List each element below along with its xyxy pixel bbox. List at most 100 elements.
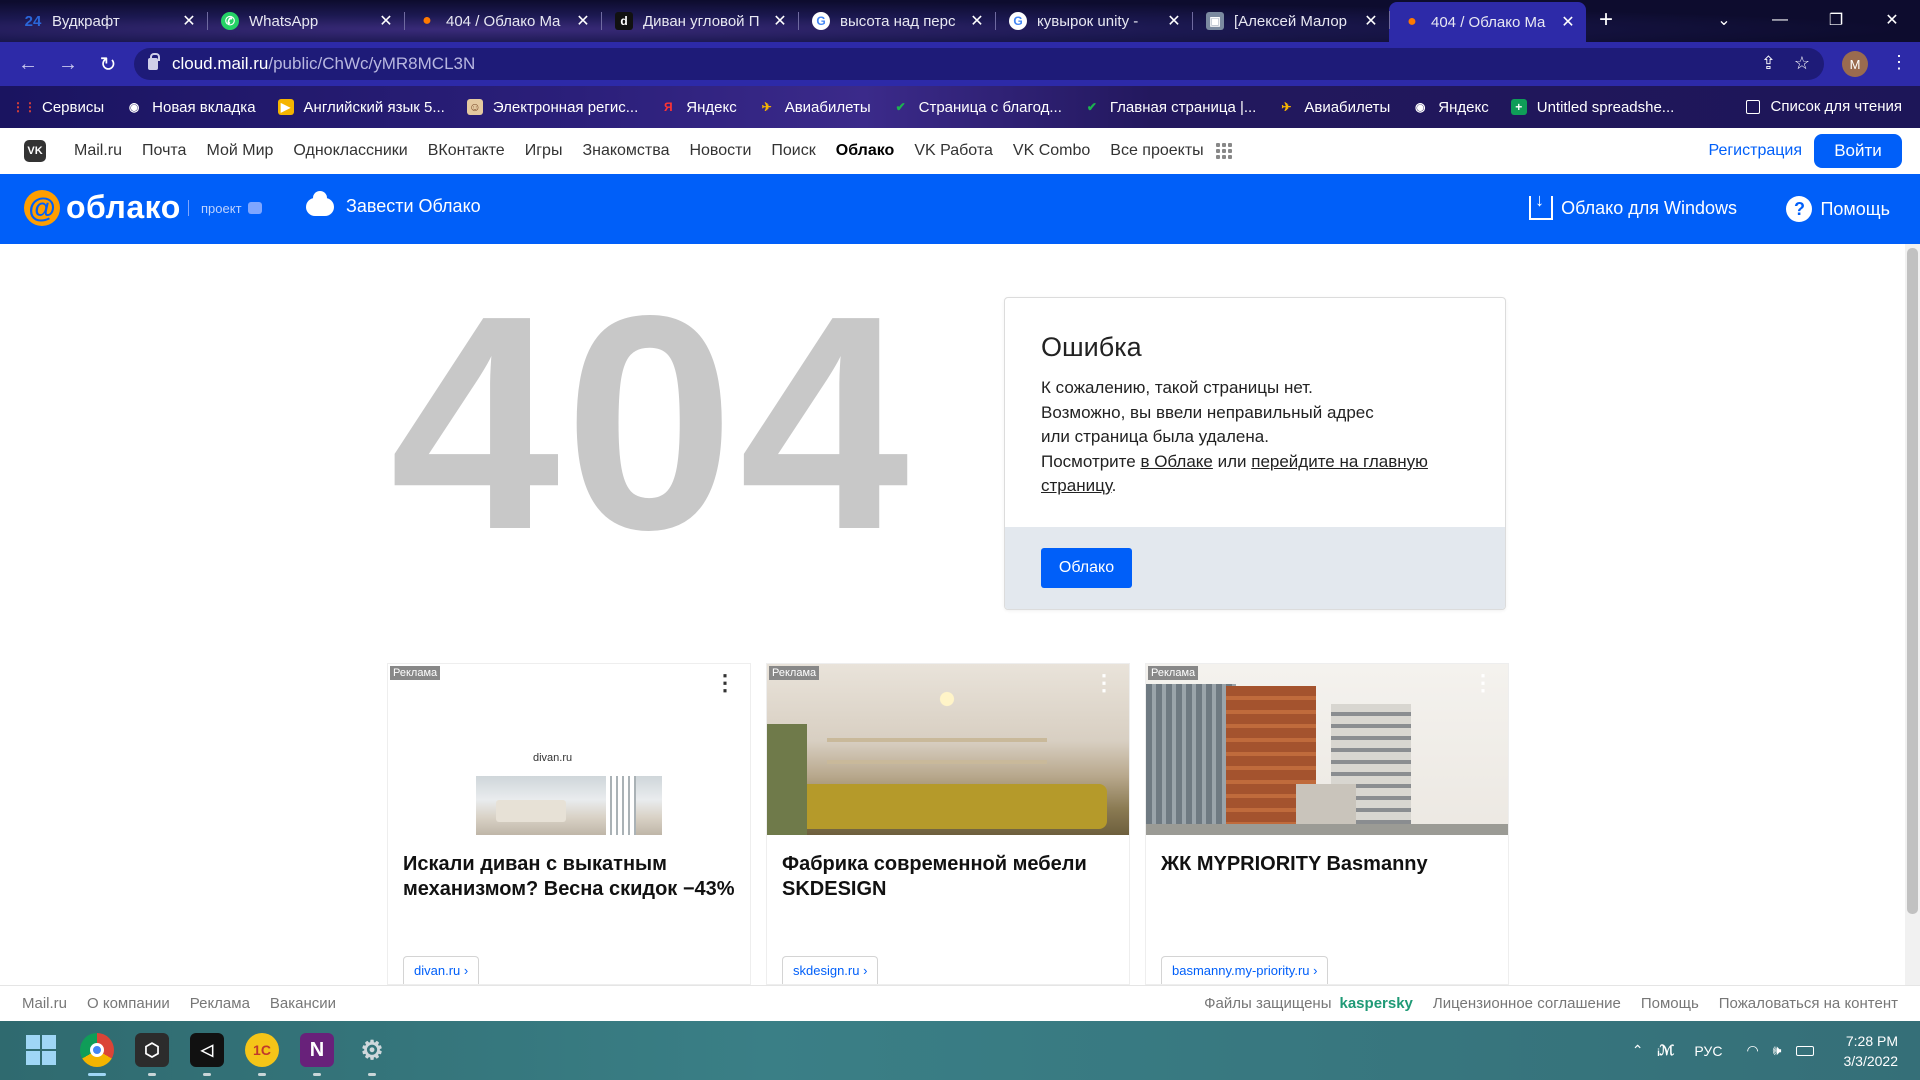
- ad-image[interactable]: [1146, 664, 1508, 835]
- reading-list[interactable]: Список для чтения: [1746, 98, 1902, 115]
- nav-link[interactable]: Новости: [689, 142, 751, 160]
- browser-tab[interactable]: G высота над перс ✕: [798, 3, 995, 39]
- browser-tab[interactable]: ▣ [Алексей Малор ✕: [1192, 3, 1389, 39]
- 1c-icon[interactable]: 1С: [245, 1033, 279, 1067]
- ad-card[interactable]: Реклама ⋮ ЖК MYPRIORITY Basmanny basmann…: [1145, 663, 1509, 985]
- ad-image[interactable]: [767, 664, 1129, 835]
- back-icon[interactable]: ←: [8, 53, 48, 76]
- kaspersky-logo[interactable]: kaspersky: [1340, 995, 1413, 1012]
- nav-link[interactable]: Поиск: [771, 142, 815, 160]
- browser-tab[interactable]: ● 404 / Облако Ma ✕: [404, 3, 601, 39]
- register-link[interactable]: Регистрация: [1708, 142, 1802, 160]
- url-input[interactable]: cloud.mail.ru/public/ChWc/yMR8MCL3N ⇪ ☆: [134, 48, 1824, 80]
- restore-button[interactable]: ❐: [1808, 0, 1864, 40]
- nav-link[interactable]: Все проекты: [1110, 142, 1203, 160]
- cloud-logo[interactable]: @ облако: [24, 189, 181, 226]
- nav-link[interactable]: Игры: [525, 142, 563, 160]
- close-icon[interactable]: ✕: [1166, 11, 1182, 31]
- reload-icon[interactable]: ↻: [88, 52, 128, 77]
- settings-gear-icon[interactable]: ⚙: [355, 1033, 389, 1067]
- close-icon[interactable]: ✕: [575, 11, 591, 31]
- cloud-mail-icon: ●: [422, 12, 432, 29]
- unity-editor-icon[interactable]: ◁: [190, 1033, 224, 1067]
- nav-link[interactable]: Мой Мир: [206, 142, 273, 160]
- footer-link[interactable]: Mail.ru: [22, 995, 67, 1012]
- ad-card[interactable]: Реклама ⋮ Фабрика современной мебели SKD…: [766, 663, 1130, 985]
- nav-link[interactable]: Знакомства: [582, 142, 669, 160]
- close-icon[interactable]: ✕: [1363, 11, 1379, 31]
- get-cloud-link[interactable]: Завести Облако: [306, 190, 481, 217]
- minimize-button[interactable]: —: [1752, 0, 1808, 40]
- help-link[interactable]: ? Помощь: [1786, 196, 1890, 222]
- nav-link-active[interactable]: Облако: [836, 142, 895, 160]
- bookmark-item[interactable]: ☺ Электронная регис...: [466, 99, 638, 116]
- close-icon[interactable]: ✕: [969, 11, 985, 31]
- profile-avatar[interactable]: M: [1842, 51, 1868, 77]
- ad-domain-link[interactable]: basmanny.my-priority.ru ›: [1161, 956, 1329, 984]
- close-icon[interactable]: ✕: [181, 11, 197, 31]
- browser-tab[interactable]: ✆ WhatsApp ✕: [207, 3, 404, 39]
- bookmark-item[interactable]: ✈ Авиабилеты: [759, 99, 871, 116]
- close-icon[interactable]: ✕: [378, 11, 394, 31]
- battery-icon[interactable]: [1795, 1045, 1814, 1056]
- ad-image[interactable]: divan.ru: [388, 664, 750, 835]
- bookmark-item[interactable]: ▶ Английский язык 5...: [277, 99, 445, 116]
- ad-domain-link[interactable]: divan.ru ›: [403, 956, 480, 984]
- close-icon[interactable]: ✕: [1560, 12, 1576, 32]
- nav-link[interactable]: Одноклассники: [293, 142, 407, 160]
- scrollbar-thumb[interactable]: [1907, 248, 1918, 914]
- vk-logo-icon[interactable]: VK: [24, 140, 46, 162]
- nav-link[interactable]: VK Combo: [1013, 142, 1090, 160]
- more-vert-icon[interactable]: ⋮: [714, 672, 736, 694]
- ad-card[interactable]: divan.ru Реклама ⋮ Искали диван с выкатн…: [387, 663, 751, 985]
- share-icon[interactable]: ⇪: [1761, 53, 1776, 74]
- bookmark-item[interactable]: + Untitled spreadshe...: [1510, 99, 1674, 116]
- volume-icon[interactable]: 🕪: [1773, 1042, 1782, 1059]
- bookmark-item[interactable]: ◉ Яндекс: [1412, 99, 1489, 116]
- bookmark-item[interactable]: ◉ Новая вкладка: [126, 99, 256, 116]
- chevron-up-icon[interactable]: ⌃: [1632, 1042, 1644, 1059]
- bookmark-item[interactable]: ⋮⋮ Сервисы: [12, 99, 104, 116]
- cloud-button[interactable]: Облако: [1041, 548, 1132, 588]
- forward-icon[interactable]: →: [48, 53, 88, 76]
- windows-start-icon[interactable]: [24, 1033, 58, 1067]
- footer-link[interactable]: О компании: [87, 995, 170, 1012]
- bookmark-item[interactable]: ✔ Главная страница |...: [1084, 99, 1257, 116]
- all-projects-grid-icon[interactable]: [1215, 143, 1232, 159]
- login-button[interactable]: Войти: [1814, 134, 1902, 168]
- chrome-icon[interactable]: [80, 1033, 114, 1067]
- more-vert-icon[interactable]: ⋮: [1093, 672, 1115, 694]
- ime-icon[interactable]: ᵢℳ: [1657, 1042, 1674, 1059]
- cloud-link[interactable]: в Облаке: [1140, 452, 1212, 471]
- footer-link[interactable]: Пожаловаться на контент: [1719, 995, 1898, 1012]
- nav-link[interactable]: Почта: [142, 142, 186, 160]
- windows-download-link[interactable]: Облако для Windows: [1529, 190, 1737, 220]
- browser-tab[interactable]: 24 Вудкрафт ✕: [10, 3, 207, 39]
- language-indicator[interactable]: РУС: [1694, 1043, 1722, 1059]
- footer-link[interactable]: Помощь: [1641, 995, 1699, 1012]
- browser-tab[interactable]: d Диван угловой П ✕: [601, 3, 798, 39]
- visual-studio-icon[interactable]: N: [300, 1033, 334, 1067]
- bookmark-item[interactable]: ✈ Авиабилеты: [1278, 99, 1390, 116]
- tab-search-icon[interactable]: ⌄: [1696, 0, 1752, 40]
- menu-dots-icon[interactable]: ⋮: [1890, 52, 1908, 73]
- bookmark-item[interactable]: Я Яндекс: [660, 99, 737, 116]
- new-tab-button[interactable]: +: [1586, 6, 1626, 34]
- browser-tab-active[interactable]: ● 404 / Облако Ma ✕: [1389, 2, 1586, 42]
- nav-link[interactable]: Mail.ru: [74, 142, 122, 160]
- wifi-icon[interactable]: ◠: [1746, 1042, 1758, 1059]
- nav-link[interactable]: ВКонтакте: [428, 142, 505, 160]
- bookmark-item[interactable]: ✔ Страница с благод...: [893, 99, 1062, 116]
- footer-link[interactable]: Лицензионное соглашение: [1433, 995, 1621, 1012]
- nav-link[interactable]: VK Работа: [914, 142, 993, 160]
- ad-domain-link[interactable]: skdesign.ru ›: [782, 956, 879, 984]
- close-icon[interactable]: ✕: [772, 11, 788, 31]
- more-vert-icon[interactable]: ⋮: [1472, 672, 1494, 694]
- unity-hub-icon[interactable]: ⬡: [135, 1033, 169, 1067]
- bookmark-star-icon[interactable]: ☆: [1794, 53, 1810, 74]
- browser-tab[interactable]: G кувырок unity - ✕: [995, 3, 1192, 39]
- clock[interactable]: 7:28 PM 3/3/2022: [1844, 1031, 1899, 1071]
- footer-link[interactable]: Вакансии: [270, 995, 336, 1012]
- close-window-button[interactable]: ✕: [1864, 0, 1920, 40]
- footer-link[interactable]: Реклама: [190, 995, 250, 1012]
